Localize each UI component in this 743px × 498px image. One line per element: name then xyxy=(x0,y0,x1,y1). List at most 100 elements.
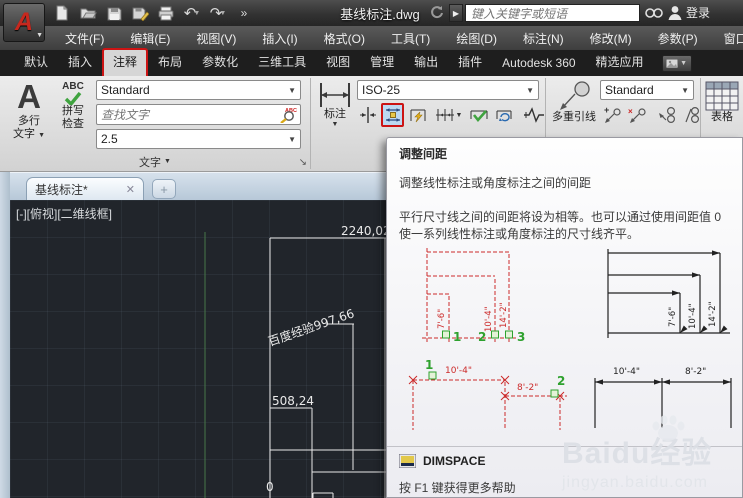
menu-parametric[interactable]: 参数(P) xyxy=(645,30,711,47)
mtext-button[interactable]: A 多行 文字 ▼ xyxy=(8,79,50,142)
svg-text:1: 1 xyxy=(453,330,461,344)
tab-featured-apps[interactable]: 精选应用 xyxy=(586,48,654,76)
table-button[interactable]: 表格 xyxy=(704,81,740,124)
menu-draw[interactable]: 绘图(D) xyxy=(443,30,510,47)
chevron-down-icon: ▼ xyxy=(288,85,296,95)
linear-dimension-icon xyxy=(320,83,350,107)
qat-expand-button[interactable]: » xyxy=(234,4,254,22)
login-area[interactable]: 登录 xyxy=(668,4,710,21)
text-panel-launcher-icon[interactable]: ↘ xyxy=(299,157,307,168)
redo-button[interactable]: ↷ ▼ xyxy=(208,4,228,22)
save-button[interactable] xyxy=(104,4,124,22)
menu-view[interactable]: 视图(V) xyxy=(183,30,249,47)
tab-plugins[interactable]: 插件 xyxy=(448,48,492,76)
jog-line-icon[interactable] xyxy=(522,103,545,127)
tooltip-command-name: DIMSPACE xyxy=(423,454,486,468)
ribbon-display-toggle[interactable]: ▼ xyxy=(661,55,692,72)
baidu-watermark: Baidu经验 jingyan.baidu.com xyxy=(562,415,712,492)
text-height-combo[interactable]: 2.5 ▼ xyxy=(96,129,301,149)
search-input[interactable] xyxy=(466,6,639,22)
tab-default[interactable]: 默认 xyxy=(14,48,58,76)
remove-leader-icon[interactable]: × xyxy=(625,103,648,127)
application-menu-button[interactable]: A ▼ xyxy=(3,3,45,42)
menu-file[interactable]: 文件(F) xyxy=(52,30,117,47)
tab-insert[interactable]: 插入 xyxy=(58,48,102,76)
diagram-before-baseline: 7'-6" 10'-4" 14'-2" 1 2 3 xyxy=(422,248,525,344)
paw-icon xyxy=(652,415,685,441)
picture-icon xyxy=(666,59,679,68)
table-icon xyxy=(705,81,739,111)
chevron-down-icon[interactable]: ▼ xyxy=(456,112,463,119)
viewport-controls[interactable]: [-][俯视][二维线框] xyxy=(16,205,112,222)
chevron-down-icon: ▼ xyxy=(38,132,45,139)
dim-style-combo[interactable]: ISO-25 ▼ xyxy=(357,80,539,100)
tab-output[interactable]: 输出 xyxy=(404,48,448,76)
plot-button[interactable] xyxy=(156,4,176,22)
add-leader-icon[interactable]: + xyxy=(600,103,623,127)
check-icon xyxy=(64,92,82,105)
undo-button[interactable]: ↶ ▼ xyxy=(182,4,202,22)
menu-edit[interactable]: 编辑(E) xyxy=(117,30,183,47)
update-dimension-icon[interactable] xyxy=(492,103,515,127)
svg-text:10'-4": 10'-4" xyxy=(688,303,698,329)
dimension-break-icon[interactable] xyxy=(356,103,379,127)
menu-insert[interactable]: 插入(I) xyxy=(249,30,310,47)
chevron-down-icon: ▼ xyxy=(164,158,171,165)
tooltip-help-hint: 按 F1 键获得更多帮助 xyxy=(399,481,516,495)
collect-leaders-icon[interactable] xyxy=(680,103,703,127)
adjust-spacing-icon[interactable] xyxy=(381,103,404,127)
save-as-button[interactable] xyxy=(130,4,150,22)
menu-window[interactable]: 窗口(W) xyxy=(711,30,743,47)
diagram-before-linear: 10'-4" 8'-2" 1 2 xyxy=(408,358,567,430)
quick-access-toolbar: ↶ ▼ ↷ ▼ » xyxy=(52,3,254,23)
binoculars-icon[interactable] xyxy=(645,5,663,24)
align-leaders-icon[interactable] xyxy=(655,103,678,127)
find-text-icon[interactable]: ABC xyxy=(278,106,298,123)
continue-dimension-icon[interactable]: ▼ xyxy=(431,103,465,127)
chevron-down-icon: ▼ xyxy=(681,85,689,95)
new-file-button[interactable] xyxy=(52,4,72,22)
quick-dimension-icon[interactable] xyxy=(406,103,429,127)
dimension-button[interactable]: 标注 ▼ xyxy=(316,82,354,128)
tab-layout[interactable]: 布局 xyxy=(148,48,192,76)
svg-text:14'-2": 14'-2" xyxy=(708,301,718,327)
svg-text:10'-4": 10'-4" xyxy=(613,367,640,377)
tab-view[interactable]: 视图 xyxy=(316,48,360,76)
svg-text:2: 2 xyxy=(557,374,565,388)
login-label: 登录 xyxy=(686,6,711,20)
tooltip-command-row: DIMSPACE xyxy=(399,454,485,468)
panel-separator xyxy=(310,78,311,169)
spell-check-button[interactable]: ABC 拼写 检查 xyxy=(53,81,93,131)
text-panel-footer[interactable]: 文字 ▼ xyxy=(0,152,310,171)
file-tab-active[interactable]: 基线标注* ✕ xyxy=(26,177,144,201)
tab-manage[interactable]: 管理 xyxy=(360,48,404,76)
menu-modify[interactable]: 修改(M) xyxy=(577,30,645,47)
menu-dimension[interactable]: 标注(N) xyxy=(510,30,577,47)
search-expand-button[interactable]: ▶ xyxy=(449,4,463,22)
chevron-down-icon[interactable]: ▼ xyxy=(193,10,200,17)
multileader-button[interactable]: 多重引线 xyxy=(551,81,597,124)
tab-parametric[interactable]: 参数化 xyxy=(192,48,248,76)
open-file-button[interactable] xyxy=(78,4,98,22)
tab-3d-tools[interactable]: 三维工具 xyxy=(248,48,316,76)
mleader-style-combo[interactable]: Standard ▼ xyxy=(600,80,694,100)
svg-text:2: 2 xyxy=(478,330,486,344)
chevron-down-icon[interactable]: ▼ xyxy=(219,10,226,17)
inspect-dimension-icon[interactable] xyxy=(467,103,490,127)
tooltip-subtitle: 调整线性标注或角度标注之间的间距 xyxy=(399,176,592,190)
svg-text:7'-6": 7'-6" xyxy=(437,309,447,329)
svg-text:×: × xyxy=(628,107,633,116)
tooltip-title: 调整间距 xyxy=(399,147,448,161)
text-style-combo[interactable]: Standard ▼ xyxy=(96,80,301,100)
menu-tools[interactable]: 工具(T) xyxy=(378,30,443,47)
menu-format[interactable]: 格式(O) xyxy=(311,30,378,47)
ribbon-tab-bar: 默认 插入 注释 布局 参数化 三维工具 视图 管理 输出 插件 Autodes… xyxy=(0,48,743,76)
refresh-icon[interactable] xyxy=(430,5,444,24)
watermark-url: jingyan.baidu.com xyxy=(562,474,708,491)
tab-autodesk360[interactable]: Autodesk 360 xyxy=(492,51,585,76)
spell-check-icon: ABC xyxy=(62,81,84,92)
new-drawing-tab-button[interactable]: + xyxy=(152,179,176,199)
tab-annotate[interactable]: 注释 xyxy=(102,48,149,76)
close-icon[interactable]: ✕ xyxy=(126,183,135,196)
find-text-input[interactable] xyxy=(97,107,278,122)
